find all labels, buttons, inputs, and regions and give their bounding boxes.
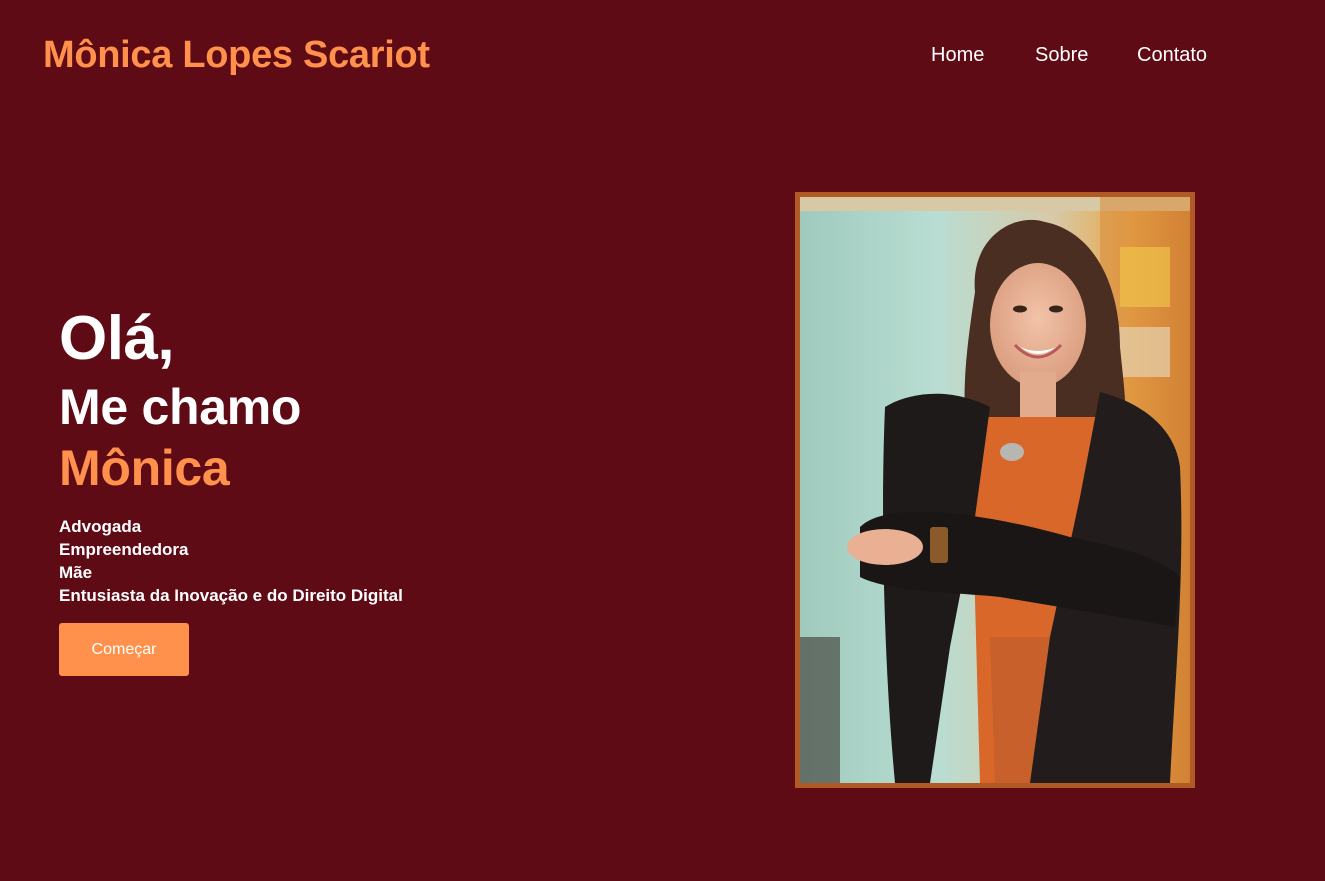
- nav-home-link[interactable]: Home: [931, 44, 984, 67]
- role-item: Empreendedora: [59, 540, 189, 559]
- roles-list: Advogada Empreendedora Mãe Entusiasta da…: [59, 515, 659, 607]
- role-item: Advogada: [59, 517, 142, 536]
- nav-contato-link[interactable]: Contato: [1137, 44, 1207, 67]
- role-item: Entusiasta da Inovação e do Direito Digi…: [59, 586, 403, 605]
- profile-photo: [795, 192, 1195, 788]
- page: Mônica Lopes Scariot Home Sobre Contato …: [0, 0, 1325, 881]
- nav-sobre-link[interactable]: Sobre: [1035, 44, 1088, 67]
- hero-intro: Me chamo: [59, 379, 302, 435]
- start-button[interactable]: Começar: [59, 623, 189, 676]
- role-item: Mãe: [59, 563, 93, 582]
- brand-logo-link[interactable]: Mônica Lopes Scariot: [43, 34, 430, 77]
- portrait-image: [800, 197, 1190, 783]
- hero-greeting: Olá,: [59, 304, 175, 373]
- hero-section: Olá, Me chamo Mônica Advogada Empreended…: [59, 305, 659, 676]
- hero-name: Mônica: [59, 440, 230, 496]
